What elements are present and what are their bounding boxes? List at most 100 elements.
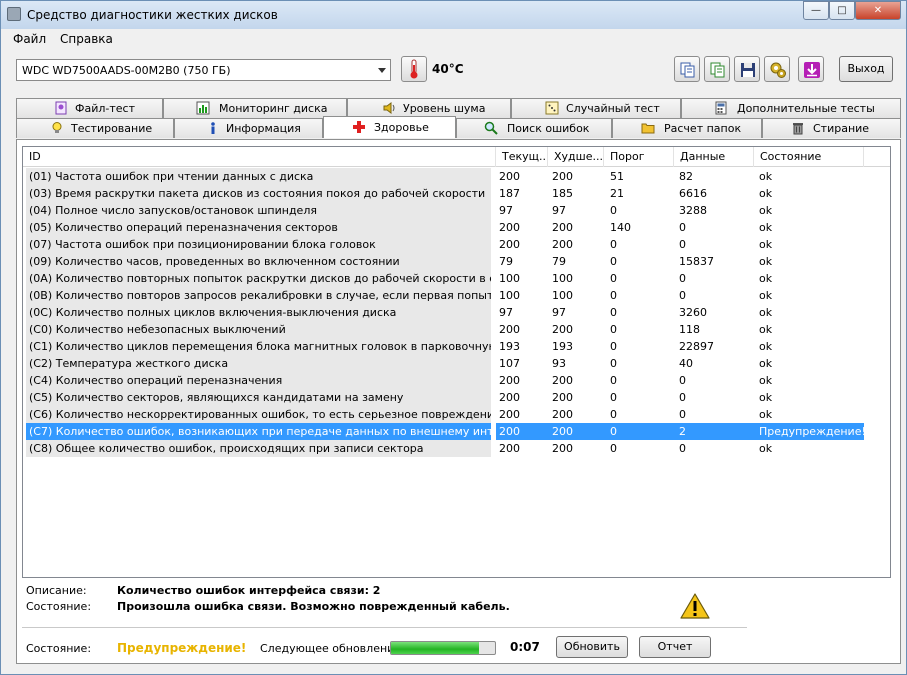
- table-cell: 0: [679, 408, 686, 421]
- table-row[interactable]: (0A) Количество повторных попыток раскру…: [23, 270, 890, 287]
- table-row[interactable]: (05) Количество операций переназначения …: [23, 219, 890, 236]
- copy-all-button[interactable]: [704, 56, 730, 82]
- tab-erase[interactable]: Стирание: [762, 118, 901, 138]
- col-threshold[interactable]: Порог: [604, 147, 674, 167]
- health-panel: ID Текущ... Худше... Порог Данные Состоя…: [16, 139, 901, 664]
- disk-select[interactable]: WDC WD7500AADS-00M2B0 (750 ГБ): [16, 59, 391, 81]
- table-cell: Предупреждение!: [759, 425, 866, 438]
- table-cell: 200: [552, 391, 573, 404]
- maximize-button[interactable]: □: [829, 1, 855, 20]
- smart-table[interactable]: ID Текущ... Худше... Порог Данные Состоя…: [22, 146, 891, 578]
- table-cell: 0: [610, 408, 617, 421]
- chevron-down-icon: [378, 68, 386, 73]
- table-row[interactable]: (0C) Количество полных циклов включения-…: [23, 304, 890, 321]
- report-button[interactable]: Отчет: [639, 636, 711, 658]
- table-cell: (C2) Температура жесткого диска: [26, 355, 491, 372]
- tab-error-search[interactable]: Поиск ошибок: [456, 118, 612, 138]
- table-cell: 79: [552, 255, 566, 268]
- speaker-icon: [383, 102, 395, 114]
- table-row[interactable]: (03) Время раскрутки пакета дисков из со…: [23, 185, 890, 202]
- save-button[interactable]: [734, 56, 760, 82]
- table-row[interactable]: (04) Полное число запусков/остановок шпи…: [23, 202, 890, 219]
- menu-help[interactable]: Справка: [60, 32, 113, 46]
- tab-health[interactable]: Здоровье: [323, 116, 456, 138]
- table-cell: (03) Время раскрутки пакета дисков из со…: [26, 185, 491, 202]
- tab-testing[interactable]: Тестирование: [16, 118, 174, 138]
- col-worst[interactable]: Худше...: [548, 147, 604, 167]
- table-cell: 200: [499, 323, 520, 336]
- table-cell: (0A) Количество повторных попыток раскру…: [26, 270, 491, 287]
- table-cell: 200: [552, 170, 573, 183]
- table-cell: 0: [610, 340, 617, 353]
- table-cell: 118: [679, 323, 700, 336]
- table-cell: 0: [679, 289, 686, 302]
- table-row[interactable]: (C6) Количество нескорректированных ошиб…: [23, 406, 890, 423]
- tab-random-test[interactable]: Случайный тест: [511, 98, 681, 118]
- table-cell: 200: [552, 408, 573, 421]
- tab-noise-level[interactable]: Уровень шума: [347, 98, 511, 118]
- separator: [22, 627, 747, 628]
- minimize-button[interactable]: —: [803, 1, 829, 20]
- table-cell: ok: [759, 442, 773, 455]
- exit-button[interactable]: Выход: [839, 56, 893, 82]
- table-cell: 21: [610, 187, 624, 200]
- table-cell: ok: [759, 170, 773, 183]
- col-id[interactable]: ID: [23, 147, 496, 167]
- info-icon: [211, 122, 215, 134]
- table-cell: 0: [610, 272, 617, 285]
- table-row[interactable]: (01) Частота ошибок при чтении данных с …: [23, 168, 890, 185]
- table-row[interactable]: (C8) Общее количество ошибок, происходящ…: [23, 440, 890, 457]
- table-cell: (C6) Количество нескорректированных ошиб…: [26, 406, 491, 423]
- table-cell: 40: [679, 357, 693, 370]
- copy-button[interactable]: [674, 56, 700, 82]
- download-button[interactable]: [798, 56, 824, 82]
- table-cell: 100: [499, 272, 520, 285]
- table-cell: 193: [499, 340, 520, 353]
- table-row[interactable]: (C0) Количество небезопасных выключений 2…: [23, 321, 890, 338]
- menu-file[interactable]: Файл: [13, 32, 46, 46]
- close-button[interactable]: ✕: [855, 1, 901, 20]
- table-row[interactable]: (C2) Температура жесткого диска 107 93 0 40 o…: [23, 355, 890, 372]
- tab-disk-monitoring[interactable]: Мониторинг диска: [163, 98, 347, 118]
- gears-icon: [770, 62, 786, 78]
- table-cell: (C1) Количество циклов перемещения блока…: [26, 338, 491, 355]
- table-row[interactable]: (C7) Количество ошибок, возникающих при …: [23, 423, 890, 440]
- table-cell: 200: [499, 408, 520, 421]
- table-cell: (C8) Общее количество ошибок, происходящ…: [26, 440, 491, 457]
- table-cell: 0: [610, 425, 617, 438]
- table-cell: 200: [552, 374, 573, 387]
- status-value: Предупреждение!: [117, 641, 247, 655]
- table-cell: (C4) Количество операций переназначения: [26, 372, 491, 389]
- table-row[interactable]: (C1) Количество циклов перемещения блока…: [23, 338, 890, 355]
- col-data[interactable]: Данные: [674, 147, 754, 167]
- table-row[interactable]: (C4) Количество операций переназначения 2…: [23, 372, 890, 389]
- table-cell: 2: [679, 425, 686, 438]
- refresh-button[interactable]: Обновить: [556, 636, 628, 658]
- table-row[interactable]: (C5) Количество секторов, являющихся кан…: [23, 389, 890, 406]
- tab-file-test[interactable]: Файл-тест: [16, 98, 163, 118]
- table-cell: 0: [610, 306, 617, 319]
- table-cell: 51: [610, 170, 624, 183]
- table-cell: 200: [552, 323, 573, 336]
- warning-icon: [680, 593, 710, 619]
- tab-additional-tests[interactable]: Дополнительные тесты: [681, 98, 901, 118]
- table-row[interactable]: (0B) Количество повторов запросов рекали…: [23, 287, 890, 304]
- file-test-icon: [55, 101, 67, 115]
- table-cell: 0: [610, 357, 617, 370]
- col-current[interactable]: Текущ...: [496, 147, 548, 167]
- col-state[interactable]: Состояние: [754, 147, 864, 167]
- table-row[interactable]: (09) Количество часов, проведенных во вк…: [23, 253, 890, 270]
- table-row[interactable]: (07) Частота ошибок при позиционировании…: [23, 236, 890, 253]
- table-cell: 100: [499, 289, 520, 302]
- table-cell: ok: [759, 238, 773, 251]
- table-cell: 0: [610, 442, 617, 455]
- title-bar: Средство диагностики жестких дисков — □ …: [1, 1, 906, 29]
- table-cell: 200: [552, 221, 573, 234]
- settings-button[interactable]: [764, 56, 790, 82]
- tab-information[interactable]: Информация: [174, 118, 323, 138]
- tab-folder-calc[interactable]: Расчет папок: [612, 118, 762, 138]
- table-cell: 97: [552, 306, 566, 319]
- table-cell: 200: [499, 170, 520, 183]
- state-value: Произошла ошибка связи. Возможно поврежд…: [117, 600, 510, 613]
- search-icon: [484, 121, 498, 135]
